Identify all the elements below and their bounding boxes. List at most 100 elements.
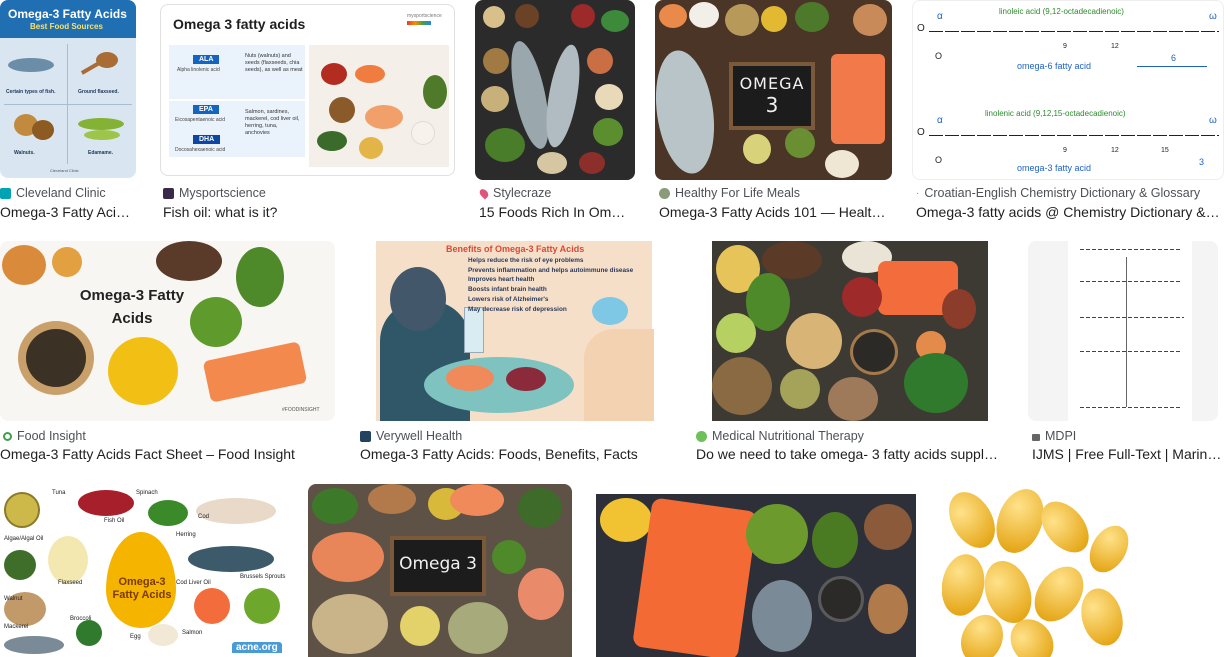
thumb-heading: Omega-3 Fatty Acids [79, 287, 185, 327]
result-source-name: Verywell Health [376, 429, 463, 443]
result-title[interactable]: Omega-3 Fatty Acids: Foods, Benefits, Fa… [360, 446, 670, 462]
cleveland-clinic-icon [0, 187, 11, 199]
result-thumbnail[interactable]: α linoleic acid (9,12-octadecadienoic) O… [912, 0, 1224, 180]
result-source[interactable]: Stylecraze [477, 186, 552, 200]
result-card-cleveland-clinic[interactable]: Omega-3 Fatty Acids Best Food Sources Ce… [0, 0, 140, 230]
result-thumbnail[interactable]: Benefits of Omega-3 Fatty Acids Helps re… [356, 241, 674, 421]
tag-sub: Eicosapentaenoic acid [175, 117, 226, 123]
location-pin-icon [477, 186, 491, 200]
carbon-number: 3 [1199, 157, 1205, 167]
result-title[interactable]: Fish oil: what is it? [163, 204, 453, 220]
result-thumbnail[interactable] [942, 484, 1218, 657]
thumb-logo: acne.org [232, 642, 282, 653]
result-card-chemistry-dictionary[interactable]: α linoleic acid (9,12-octadecadienoic) O… [912, 0, 1224, 230]
fish-icon [655, 46, 722, 178]
thumb-label: Certain types of fish. [6, 89, 56, 95]
result-thumbnail[interactable] [596, 484, 916, 657]
bullet-item: Helps reduce the risk of eye problems [468, 257, 584, 264]
result-thumbnail[interactable]: Omega 3 fatty acids mysportscience ALA A… [160, 4, 455, 176]
result-source[interactable]: Healthy For Life Meals [659, 186, 800, 200]
result-source-name: Cleveland Clinic [16, 186, 106, 200]
mysportscience-icon [163, 187, 174, 199]
food-label: Cod [198, 514, 210, 520]
result-card-mysportscience[interactable]: Omega 3 fatty acids mysportscience ALA A… [160, 0, 456, 230]
tag-epa: EPA [193, 105, 219, 114]
result-title[interactable]: Do we need to take omega- 3 fatty acids … [696, 446, 1004, 462]
capsule [942, 484, 1005, 556]
result-card-food-insight[interactable]: Omega-3 Fatty Acids #FOODINSIGHT Food In… [0, 241, 338, 471]
food-label: Mackerel [4, 624, 29, 630]
bullet-item: Lowers risk of Alzheimer's [468, 295, 549, 303]
result-card-omega-board[interactable]: Omega 3 [308, 484, 572, 657]
result-card-salmon-spread[interactable] [596, 484, 918, 657]
tag-sub: Alpha linolenic acid [177, 67, 220, 73]
result-thumbnail[interactable] [692, 241, 1008, 421]
diagram-caption: linoleic acid (9,12-octadecadienoic) [999, 7, 1124, 16]
result-thumbnail[interactable]: Omega 3 [308, 484, 572, 657]
thumb-hashtag: #FOODINSIGHT [282, 407, 320, 413]
thumb-heading: Omega-3 Fatty Acids [8, 7, 127, 21]
food-label: Walnut [4, 596, 23, 602]
board-text: OMEGA [739, 74, 805, 93]
plate-illustration [424, 357, 574, 413]
carbon-number: 6 [1171, 53, 1177, 63]
result-thumbnail[interactable]: Omega-3 Fatty Acids Tuna Spinach Fish Oi… [0, 484, 286, 657]
result-card-stylecraze[interactable]: Stylecraze 15 Foods Rich In Omega-3 Fatt… [475, 0, 637, 230]
result-source[interactable]: Medical Nutritional Therapy [696, 429, 864, 443]
edamame-icon [78, 118, 124, 130]
result-thumbnail[interactable] [475, 0, 635, 180]
thumb-bullets: Helps reduce the risk of eye problems Pr… [468, 256, 633, 314]
diagram-label: omega-6 fatty acid [1017, 61, 1092, 71]
result-card-capsules[interactable] [942, 484, 1224, 657]
result-source-name: Stylecraze [493, 186, 552, 200]
result-thumbnail[interactable]: OMEGA 3 [655, 0, 892, 180]
thumb-heading: Omega 3 fatty acids [173, 16, 306, 32]
result-source[interactable]: Cleveland Clinic [0, 186, 106, 200]
bullet-item: Prevents inflammation and helps autoimmu… [468, 266, 634, 274]
result-card-mdpi[interactable]: MDPI IJMS | Free Full-Text | Marine Omeg… [1028, 241, 1224, 471]
result-source-name: Medical Nutritional Therapy [712, 429, 864, 443]
result-thumbnail[interactable] [1028, 241, 1218, 421]
omega-label: ω [1209, 115, 1217, 126]
result-source[interactable]: Food Insight [3, 429, 86, 443]
tag-dha: DHA [193, 135, 221, 144]
result-thumbnail[interactable]: Omega-3 Fatty Acids Best Food Sources Ce… [0, 0, 136, 178]
thumb-desc: Nuts (walnuts) and seeds (flaxseeds, chi… [245, 53, 303, 74]
alpha-label: α [937, 11, 943, 22]
result-card-infographic[interactable]: Omega-3 Fatty Acids Tuna Spinach Fish Oi… [0, 484, 288, 657]
thumb-label: Edamame. [88, 150, 114, 156]
board-text: Omega 3 [399, 554, 477, 574]
result-source[interactable]: MDPI [1032, 429, 1076, 443]
result-source[interactable]: · Croatian-English Chemistry Dictionary … [916, 186, 1200, 200]
bullet-item: Boosts infant brain health [468, 286, 547, 294]
result-source[interactable]: Verywell Health [360, 429, 462, 443]
thumb-logo: Cleveland Clinic [50, 168, 79, 173]
thumb-desc: Salmon, sardines, mackerel, cod liver oi… [245, 109, 300, 137]
thumb-heading: Benefits of Omega-3 Fatty Acids [446, 244, 585, 254]
result-source-name: Croatian-English Chemistry Dictionary & … [924, 186, 1201, 200]
diagram-caption: linolenic acid (9,12,15-octadecadienoic) [985, 109, 1126, 118]
diagram-label: omega-3 fatty acid [1017, 163, 1092, 173]
result-title[interactable]: IJMS | Free Full-Text | Marine Omega-3 F… [1032, 446, 1222, 462]
food-label: Brussels Sprouts [240, 574, 286, 580]
avocado-icon [236, 247, 284, 307]
result-title[interactable]: Omega-3 Fatty Acids Fact Sheet – Food In… [0, 446, 330, 462]
alpha-label: α [937, 115, 943, 126]
carbon-number: 9 [1063, 43, 1067, 50]
result-title[interactable]: Omega-3 Fatty Acids: Types, Benefits & F… [0, 204, 136, 220]
result-title[interactable]: 15 Foods Rich In Omega-3 Fatty Acids [479, 204, 633, 220]
food-label: Salmon [182, 630, 203, 636]
carbon-number: 15 [1161, 147, 1169, 154]
result-title[interactable]: Omega-3 fatty acids @ Chemistry Dictiona… [916, 204, 1220, 220]
chalkboard: Omega 3 [390, 536, 486, 596]
result-card-verywell-health[interactable]: Benefits of Omega-3 Fatty Acids Helps re… [356, 241, 676, 471]
result-source-name: Healthy For Life Meals [675, 186, 801, 200]
food-label: Spinach [136, 490, 158, 496]
result-card-medical-nutritional-therapy[interactable]: Medical Nutritional Therapy Do we need t… [692, 241, 1010, 471]
food-label: Herring [176, 532, 196, 538]
result-source[interactable]: Mysportscience [163, 186, 266, 200]
result-thumbnail[interactable]: Omega-3 Fatty Acids #FOODINSIGHT [0, 241, 335, 421]
salmon-fillet [632, 497, 758, 657]
result-card-healthy-for-life-meals[interactable]: OMEGA 3 Healthy For Life Meals Omega-3 F… [655, 0, 895, 230]
result-title[interactable]: Omega-3 Fatty Acids 101 — Healthy For Li… [659, 204, 887, 220]
